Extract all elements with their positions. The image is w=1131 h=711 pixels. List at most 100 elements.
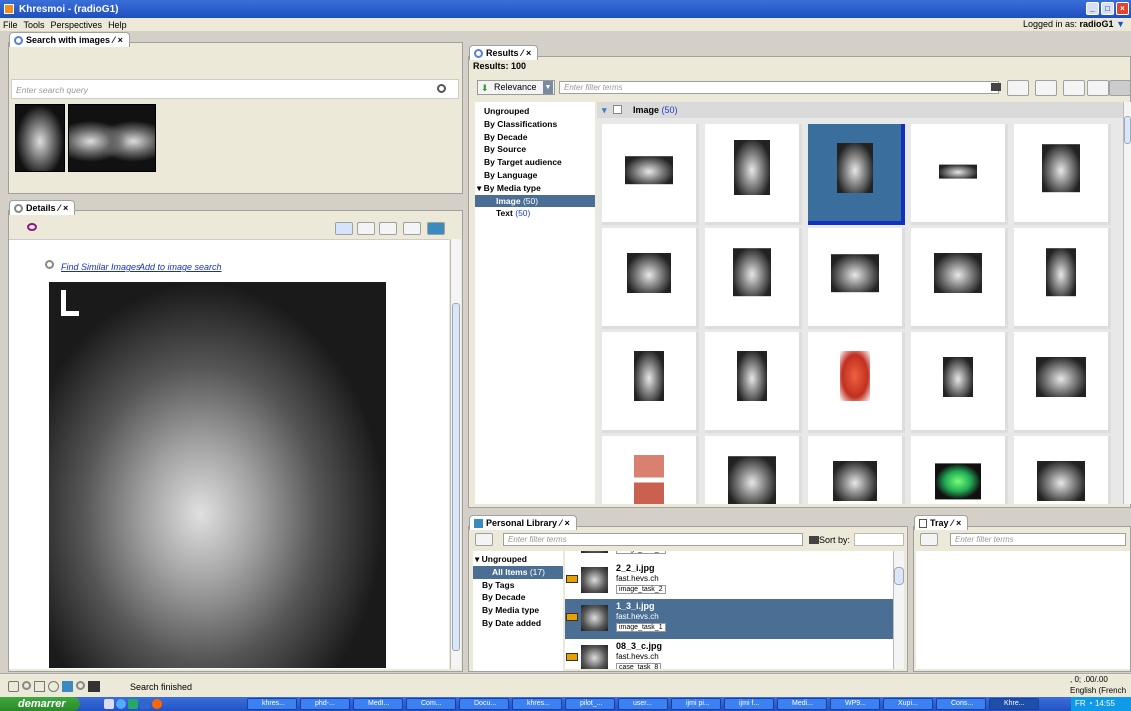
close-tab-icon[interactable]: ×	[565, 518, 570, 528]
results-group-header[interactable]: ▾ Image (50)	[597, 102, 1123, 118]
close-tab-icon[interactable]: ×	[526, 48, 531, 58]
tab-tray[interactable]: Tray ⁄ ×	[914, 515, 969, 530]
result-thumbnail[interactable]	[1014, 228, 1111, 329]
taskbar-task-button[interactable]: khres...	[512, 698, 562, 710]
pin-icon[interactable]: ⁄	[560, 518, 562, 528]
media-text[interactable]: Text (50)	[475, 207, 595, 220]
find-similar-link[interactable]: Find Similar Images	[61, 262, 141, 272]
library-scroll-thumb[interactable]	[894, 567, 904, 585]
menu-help[interactable]: Help	[108, 20, 127, 30]
result-thumbnail[interactable]	[602, 332, 699, 433]
results-scrollbar[interactable]	[1123, 102, 1131, 504]
lib-ungrouped[interactable]: ▾ Ungrouped	[473, 553, 563, 566]
taskbar-task-button[interactable]: Docu...	[459, 698, 509, 710]
query-image-1[interactable]	[15, 104, 65, 172]
users-icon[interactable]	[88, 681, 100, 692]
result-thumbnail[interactable]	[808, 332, 905, 433]
search-input[interactable]: Enter search query	[16, 85, 88, 95]
taskbar-task-button[interactable]: phd-...	[300, 698, 350, 710]
pin-icon[interactable]: ⁄	[952, 518, 954, 528]
library-clear-filter-icon[interactable]	[809, 536, 819, 544]
home-icon[interactable]	[8, 681, 19, 692]
pin-icon[interactable]: ⁄	[59, 203, 61, 213]
group-decade[interactable]: By Decade	[475, 131, 595, 144]
tray-lang[interactable]: FR	[1075, 699, 1086, 708]
cube-button[interactable]	[427, 222, 445, 235]
result-thumbnail[interactable]	[705, 332, 802, 433]
results-scroll-thumb[interactable]	[1124, 116, 1131, 144]
library-add-button[interactable]	[475, 533, 493, 546]
page-button[interactable]	[403, 222, 421, 235]
taskbar-task-button[interactable]: Medi...	[777, 698, 827, 710]
result-thumbnail[interactable]	[705, 436, 802, 504]
library-item[interactable]: 08_3_c.jpg fast.hevs.ch case_task_8	[565, 639, 893, 669]
ql-icon-4[interactable]	[140, 699, 150, 709]
relevance-sort-dropdown[interactable]: ⬇ Relevance ▼	[477, 80, 555, 95]
result-thumbnail[interactable]	[602, 228, 699, 329]
ql-icon-5[interactable]	[152, 699, 162, 709]
status-search-icon[interactable]	[22, 681, 31, 690]
menu-tools[interactable]: Tools	[24, 20, 45, 30]
user-dropdown-icon[interactable]: ▼	[1116, 19, 1125, 29]
tab-search-with-images[interactable]: Search with images ⁄ ×	[9, 32, 130, 47]
tab-personal-library[interactable]: Personal Library ⁄ ×	[469, 515, 577, 530]
group-language[interactable]: By Language	[475, 169, 595, 182]
taskbar-task-button[interactable]: Com...	[406, 698, 456, 710]
expand-icon[interactable]: ▾	[477, 183, 484, 193]
group-media-type[interactable]: ▾ By Media type	[475, 182, 595, 195]
details-scrollbar[interactable]	[450, 239, 461, 669]
window-title-bar[interactable]: Khresmoi - (radioG1) _ □ ×	[0, 0, 1131, 18]
search-submit-icon[interactable]	[437, 84, 446, 93]
start-button[interactable]: demarrer	[0, 697, 80, 711]
library-filter-input[interactable]: Enter filter terms	[503, 533, 803, 546]
maximize-button[interactable]: □	[1101, 2, 1114, 15]
results-filter-input[interactable]: Enter filter terms	[559, 81, 999, 94]
library-icon-btn[interactable]	[62, 681, 73, 692]
result-thumbnail[interactable]	[911, 124, 1008, 225]
tab-results[interactable]: Results ⁄ ×	[469, 45, 539, 60]
search-query-box[interactable]: Enter search query	[11, 79, 459, 99]
view-eye-icon[interactable]	[27, 223, 37, 231]
result-thumbnail[interactable]	[808, 228, 905, 329]
taskbar-task-button[interactable]: MedI...	[353, 698, 403, 710]
close-button[interactable]: ×	[1116, 2, 1129, 15]
taskbar-task-button[interactable]: ijmi pi...	[671, 698, 721, 710]
pin-icon[interactable]: ⁄	[113, 35, 115, 45]
ql-icon-1[interactable]	[104, 699, 114, 709]
library-item[interactable]: image_task_2	[565, 551, 893, 561]
bracket-icon[interactable]	[34, 681, 45, 692]
result-thumbnail[interactable]	[602, 124, 699, 225]
result-thumbnail[interactable]	[911, 228, 1008, 329]
close-tab-icon[interactable]: ×	[956, 518, 961, 528]
taskbar-task-button[interactable]: Cons...	[936, 698, 986, 710]
taskbar-task-button[interactable]: pilot_...	[565, 698, 615, 710]
library-scrollbar[interactable]	[893, 551, 904, 669]
result-thumbnail[interactable]	[602, 436, 699, 504]
group-checkbox[interactable]	[613, 105, 622, 114]
result-thumbnail[interactable]	[808, 436, 905, 504]
group-source[interactable]: By Source	[475, 143, 595, 156]
result-thumbnail[interactable]	[1014, 436, 1111, 504]
taskbar-task-button[interactable]: WP9...	[830, 698, 880, 710]
result-thumbnail[interactable]	[705, 124, 802, 225]
minimize-button[interactable]: _	[1086, 2, 1099, 15]
zoom-icon[interactable]	[76, 681, 85, 690]
group-target-audience[interactable]: By Target audience	[475, 156, 595, 169]
ql-icon-3[interactable]	[128, 699, 138, 709]
results-btn-3[interactable]	[1063, 80, 1085, 96]
grid-view-button[interactable]	[1109, 80, 1131, 96]
group-collapse-icon[interactable]: ▾	[602, 102, 607, 118]
result-thumbnail[interactable]	[911, 436, 1008, 504]
copy-button[interactable]	[379, 222, 397, 235]
menu-perspectives[interactable]: Perspectives	[51, 20, 103, 30]
library-item[interactable]: 2_2_i.jpg fast.hevs.ch image_task_2	[565, 561, 893, 601]
tray-add-button[interactable]	[920, 533, 938, 546]
back-arrow-button[interactable]	[335, 222, 353, 235]
lib-by-tags[interactable]: By Tags	[473, 579, 563, 592]
tab-details[interactable]: Details ⁄ ×	[9, 200, 76, 215]
lib-by-date-added[interactable]: By Date added	[473, 617, 563, 630]
add-to-image-search-link[interactable]: Add to image search	[139, 262, 222, 272]
taskbar-task-button[interactable]: user...	[618, 698, 668, 710]
details-icon-btn[interactable]	[48, 681, 59, 692]
lib-by-decade[interactable]: By Decade	[473, 591, 563, 604]
